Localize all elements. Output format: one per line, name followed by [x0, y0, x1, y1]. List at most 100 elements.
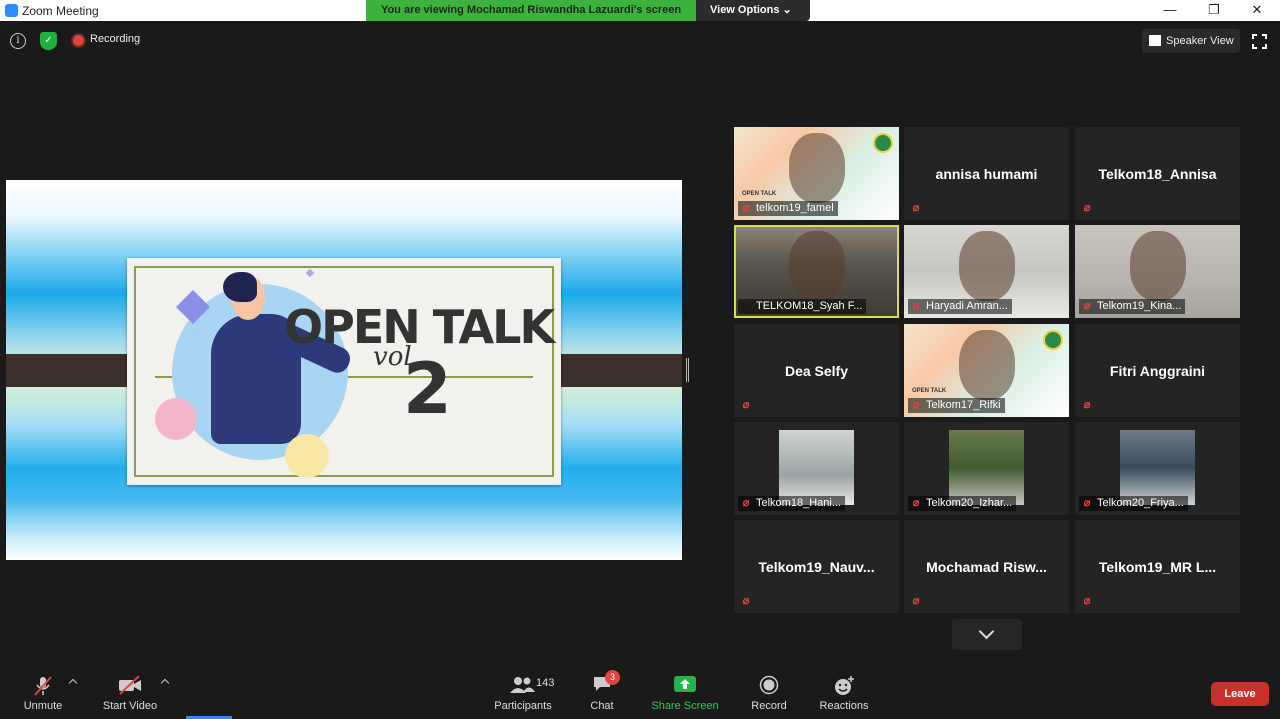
- muted-mic-icon: ⌀: [912, 300, 920, 312]
- muted-mic-icon: ⌀: [912, 595, 920, 607]
- participant-video: [789, 231, 845, 301]
- participant-name: annisa humami: [935, 165, 1038, 182]
- chat-label: Chat: [590, 700, 614, 712]
- meeting-topbar: i ✓ Recording Speaker View: [0, 21, 1280, 61]
- muted-mic-icon: ⌀: [742, 399, 750, 411]
- speaker-view-icon: [1149, 35, 1161, 46]
- speaker-view-label: Speaker View: [1166, 35, 1234, 47]
- participants-label: Participants: [494, 700, 552, 712]
- muted-mic-icon: ⌀: [1083, 595, 1091, 607]
- video-off-icon: [119, 675, 141, 695]
- info-icon[interactable]: i: [10, 33, 26, 49]
- video-options-caret-icon[interactable]: [160, 678, 170, 688]
- share-banner: You are viewing Mochamad Riswandha Lazua…: [366, 0, 810, 21]
- muted-mic-icon: ⌀: [742, 595, 750, 607]
- participant-name: Fitri Anggraini: [1109, 362, 1206, 379]
- participant-tile[interactable]: Telkom20_Friya... ⌀: [1075, 422, 1240, 515]
- muted-mic-icon: [34, 676, 52, 696]
- record-icon: [759, 675, 779, 695]
- muted-mic-icon: ⌀: [1083, 399, 1091, 411]
- participant-name-label: Telkom20_Friya...: [1079, 496, 1188, 511]
- participant-tile[interactable]: OPEN TALK Telkom17_Rifki ⌀: [904, 324, 1069, 417]
- viewing-screen-text: You are viewing Mochamad Riswandha Lazua…: [366, 0, 696, 21]
- chat-button[interactable]: 3 Chat: [582, 665, 622, 719]
- campus-logo-icon: [1043, 330, 1063, 350]
- muted-mic-icon: ⌀: [1083, 300, 1091, 312]
- gallery-next-page-button[interactable]: [952, 619, 1022, 650]
- participants-icon: [510, 677, 535, 693]
- slide-title-card: OPEN TALK vol 2: [127, 258, 561, 485]
- restore-button[interactable]: ❐: [1194, 0, 1234, 21]
- muted-mic-icon: ⌀: [912, 202, 920, 214]
- chat-unread-badge: 3: [605, 670, 620, 685]
- participant-tile[interactable]: Telkom19_MR L... ⌀: [1075, 520, 1240, 613]
- participant-tile[interactable]: Telkom18_Hani... ⌀: [734, 422, 899, 515]
- meeting-toolbar: Unmute Start Video 143 Participants 3 Ch…: [0, 665, 1280, 719]
- participant-tile[interactable]: OPEN TALK telkom19_famel ⌀: [734, 127, 899, 220]
- participant-name-label: telkom19_famel: [738, 201, 838, 216]
- participant-name-label: Telkom20_Izhar...: [908, 496, 1017, 511]
- audio-options-caret-icon[interactable]: [68, 678, 78, 688]
- participant-tile[interactable]: Dea Selfy ⌀: [734, 324, 899, 417]
- leave-button[interactable]: Leave: [1211, 682, 1269, 706]
- unmute-button[interactable]: Unmute: [18, 665, 68, 719]
- muted-mic-icon: ⌀: [742, 497, 750, 509]
- participant-tile[interactable]: Telkom18_Annisa ⌀: [1075, 127, 1240, 220]
- open-talk-logo-icon: OPEN TALK: [742, 191, 777, 197]
- slide-title: OPEN TALK: [284, 300, 555, 354]
- campus-logo-icon: [873, 133, 893, 153]
- window-title: Zoom Meeting: [22, 4, 99, 18]
- share-screen-label: Share Screen: [651, 700, 719, 712]
- participant-tile[interactable]: annisa humami ⌀: [904, 127, 1069, 220]
- participant-video: [779, 430, 854, 505]
- participant-tile[interactable]: Telkom19_Kina... ⌀: [1075, 225, 1240, 318]
- reaction-smiley-icon: [835, 676, 854, 695]
- start-video-button[interactable]: Start Video: [100, 665, 160, 719]
- window-titlebar: Zoom Meeting You are viewing Mochamad Ri…: [0, 0, 1280, 21]
- speaker-view-button[interactable]: Speaker View: [1142, 29, 1240, 53]
- participant-name-label: Telkom18_Hani...: [738, 496, 845, 511]
- slide-band-left: [6, 354, 142, 387]
- zoom-app-icon: [5, 4, 18, 17]
- participant-name: Telkom19_MR L...: [1098, 558, 1217, 575]
- participant-tile[interactable]: Fitri Anggraini ⌀: [1075, 324, 1240, 417]
- participant-name-label: Telkom17_Rifki: [908, 398, 1005, 413]
- close-button[interactable]: ✕: [1237, 0, 1277, 21]
- recording-dot-icon: [73, 35, 84, 46]
- minimize-button[interactable]: —: [1150, 0, 1190, 21]
- security-shield-icon[interactable]: ✓: [40, 32, 57, 50]
- participant-video: [959, 330, 1015, 400]
- participant-name: Telkom18_Annisa: [1098, 165, 1217, 182]
- participant-tile[interactable]: Telkom19_Nauv... ⌀: [734, 520, 899, 613]
- participant-tile[interactable]: Haryadi Amran... ⌀: [904, 225, 1069, 318]
- slide-number: 2: [403, 348, 452, 430]
- panel-splitter-handle[interactable]: [686, 358, 689, 382]
- view-options-button[interactable]: View Options ⌄: [710, 0, 792, 21]
- shared-screen: OPEN TALK vol 2: [6, 180, 682, 560]
- participant-name-label: Telkom19_Kina...: [1079, 299, 1186, 314]
- fullscreen-icon[interactable]: [1252, 34, 1267, 49]
- participant-tile[interactable]: Telkom20_Izhar... ⌀: [904, 422, 1069, 515]
- participant-name: Telkom19_Nauv...: [758, 558, 875, 575]
- chevron-down-icon: [978, 623, 995, 640]
- unmute-label: Unmute: [23, 700, 63, 712]
- share-screen-button[interactable]: Share Screen: [650, 665, 720, 719]
- participant-video: [949, 430, 1024, 505]
- participant-video: [1130, 231, 1186, 301]
- record-button[interactable]: Record: [748, 665, 790, 719]
- participant-tile[interactable]: Mochamad Risw... ⌀: [904, 520, 1069, 613]
- participant-name-label: TELKOM18_Syah F...: [738, 299, 867, 314]
- muted-mic-icon: ⌀: [742, 202, 750, 214]
- share-screen-icon: [674, 676, 696, 692]
- muted-mic-icon: ⌀: [912, 497, 920, 509]
- slide-band-right: [546, 354, 682, 387]
- participant-name-label: Haryadi Amran...: [908, 299, 1012, 314]
- participant-tile[interactable]: TELKOM18_Syah F...: [734, 225, 899, 318]
- participants-button[interactable]: 143 Participants: [490, 665, 556, 719]
- reactions-label: Reactions: [819, 700, 869, 712]
- participant-video: [959, 231, 1015, 301]
- participant-name: Dea Selfy: [784, 362, 849, 379]
- participants-count: 143: [536, 677, 555, 689]
- participant-video: [1120, 430, 1195, 505]
- reactions-button[interactable]: Reactions: [816, 665, 872, 719]
